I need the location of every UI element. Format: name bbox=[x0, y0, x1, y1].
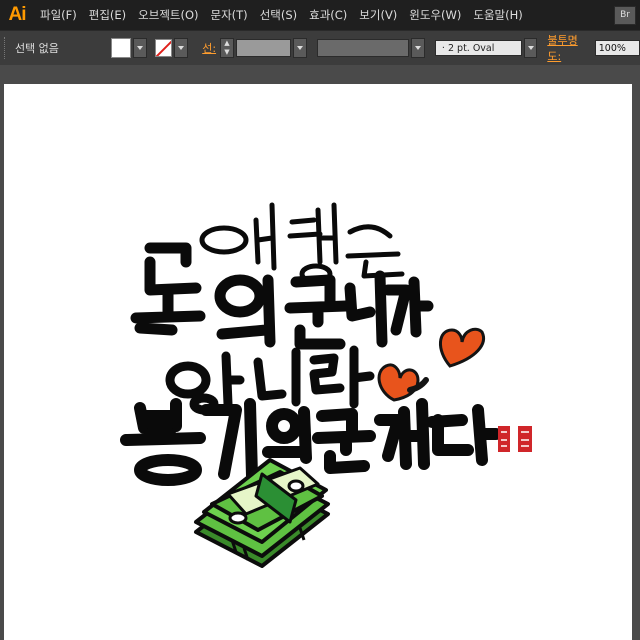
menu-edit[interactable]: 편집(E) bbox=[83, 0, 132, 30]
menu-help[interactable]: 도움말(H) bbox=[467, 0, 528, 30]
menu-view[interactable]: 보기(V) bbox=[353, 0, 403, 30]
opacity-input[interactable]: 100% bbox=[594, 40, 640, 56]
heart-large bbox=[439, 327, 485, 368]
calligraphy-line-2 bbox=[130, 242, 434, 350]
stroke-none-swatch[interactable] bbox=[154, 39, 173, 57]
stroke-weight-dropdown[interactable] bbox=[292, 38, 307, 58]
brush-definition[interactable]: · 2 pt. Oval bbox=[434, 40, 522, 56]
stroke-weight-spinner[interactable]: ▲ ▼ bbox=[220, 38, 234, 58]
panel-grip[interactable] bbox=[4, 37, 9, 59]
fill-dropdown-arrow[interactable] bbox=[132, 38, 147, 58]
selection-status: 선택 없음 bbox=[14, 42, 59, 55]
stroke-weight-field[interactable] bbox=[235, 39, 291, 57]
illustrator-logo: Ai bbox=[8, 4, 27, 25]
stroke-label[interactable]: 선: bbox=[202, 40, 216, 56]
control-bar: 선택 없음 선: ▲ ▼ · 2 pt. Oval 불투명도: 100% bbox=[0, 30, 640, 66]
calligraphy-line-4 bbox=[120, 398, 502, 486]
money-stack-illustration bbox=[194, 458, 330, 568]
menu-bar: Ai 파일(F) 편집(E) 오브젝트(O) 문자(T) 선택(S) 효과(C)… bbox=[0, 0, 640, 30]
calligraphy-line-3 bbox=[165, 345, 375, 415]
menu-type[interactable]: 문자(T) bbox=[205, 0, 254, 30]
opacity-label[interactable]: 불투명도: bbox=[547, 32, 590, 64]
fill-swatch[interactable] bbox=[111, 38, 131, 58]
calligraphy-line-1 bbox=[199, 202, 405, 285]
calligraphy-artwork bbox=[120, 202, 532, 568]
brush-dropdown[interactable] bbox=[523, 38, 538, 58]
brush-name: 2 pt. Oval bbox=[447, 43, 495, 54]
menu-window[interactable]: 윈도우(W) bbox=[403, 0, 467, 30]
menu-select[interactable]: 선택(S) bbox=[254, 0, 303, 30]
red-seal-stamp bbox=[498, 426, 532, 452]
artboard[interactable] bbox=[4, 84, 632, 640]
stroke-dropdown-arrow[interactable] bbox=[174, 38, 189, 58]
menu-object[interactable]: 오브젝트(O) bbox=[132, 0, 204, 30]
heart-small bbox=[377, 363, 420, 402]
menu-effect[interactable]: 효과(C) bbox=[303, 0, 353, 30]
profile-dropdown[interactable] bbox=[411, 38, 425, 58]
bridge-button[interactable]: Br bbox=[614, 6, 636, 25]
variable-width-profile[interactable] bbox=[316, 39, 410, 57]
menu-file[interactable]: 파일(F) bbox=[34, 0, 83, 30]
